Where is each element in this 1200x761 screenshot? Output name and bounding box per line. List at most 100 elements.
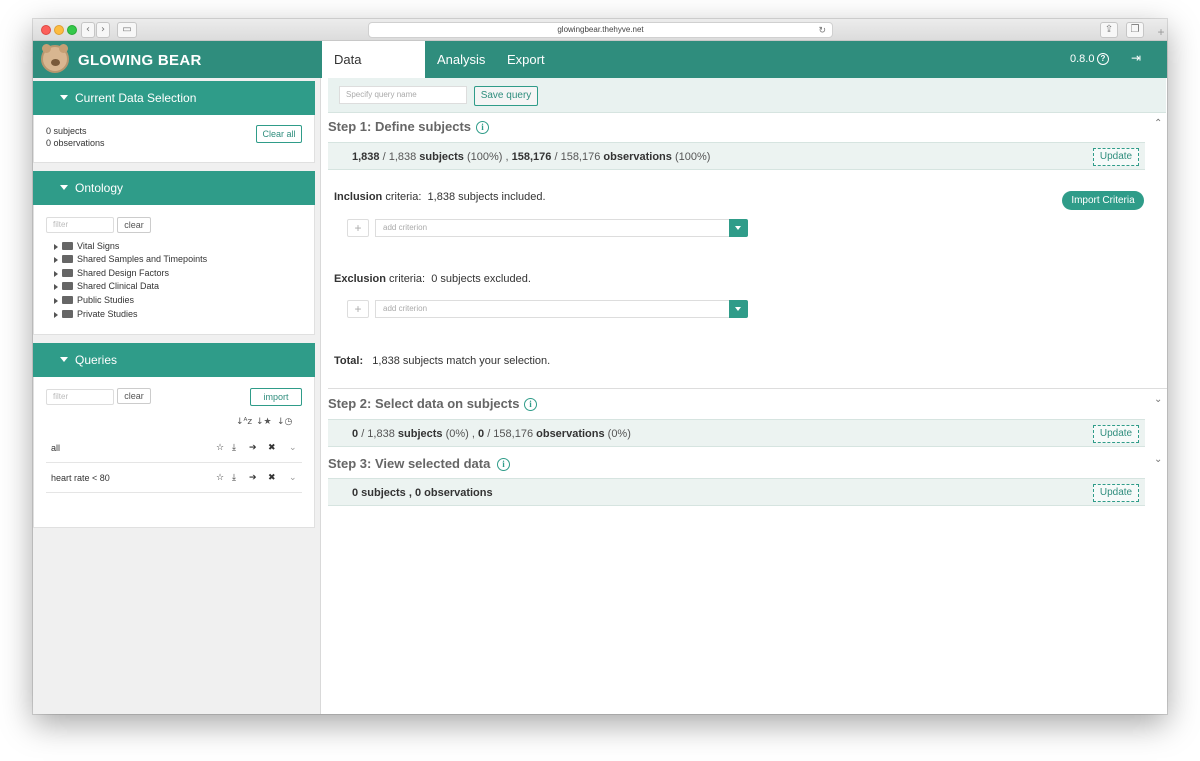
save-query-button[interactable]: Save query (474, 86, 538, 106)
query-name-input[interactable]: Specify query name (339, 86, 467, 104)
star-icon[interactable]: ☆ (216, 433, 224, 463)
add-inclusion-button[interactable]: + (347, 219, 369, 237)
total-label: Total: 1,838 subjects match your selecti… (334, 355, 551, 367)
step2-title[interactable]: Step 2: Select data on subjects (328, 396, 519, 411)
import-criteria-button[interactable]: Import Criteria (1062, 191, 1144, 210)
tabs-icon[interactable]: ❐ (1126, 22, 1144, 38)
info-icon[interactable]: i (524, 398, 537, 411)
reload-icon[interactable]: ↻ (818, 23, 826, 37)
query-row[interactable]: all ☆ ⤓ ➔ ✖ ⌄ (46, 433, 302, 463)
observations-pct: (0%) (607, 428, 631, 440)
tree-item-private-studies[interactable]: Private Studies (54, 308, 138, 320)
observation-count: 0 observations (46, 138, 105, 148)
ontology-header[interactable]: Ontology (33, 171, 315, 205)
chevron-down-icon[interactable]: ⌄ (1154, 454, 1162, 465)
current-selection-header[interactable]: Current Data Selection (33, 81, 315, 115)
caret-right-icon (54, 243, 58, 250)
chevron-down-icon[interactable]: ⌄ (289, 463, 297, 493)
tab-export[interactable]: Export (495, 41, 557, 78)
download-icon[interactable]: ⤓ (232, 463, 236, 493)
star-icon[interactable]: ☆ (216, 463, 224, 493)
caret-right-icon (54, 283, 58, 290)
step1-title[interactable]: Step 1: Define subjects (328, 119, 471, 134)
download-icon[interactable]: ⤓ (232, 433, 236, 463)
chevron-down-icon[interactable]: ⌄ (1154, 394, 1162, 405)
queries-filter-input[interactable]: filter (46, 389, 114, 405)
maximize-window-button[interactable] (67, 25, 77, 35)
exclusion-count: 0 subjects excluded. (431, 273, 531, 285)
observations-word: observations (536, 428, 605, 440)
browser-toolbar: ‹ › ▭ glowingbear.thehyve.net ↻ ⇪ ❐ + (33, 19, 1167, 41)
exclusion-criterion-input[interactable]: add criterion (375, 300, 730, 318)
sort-time-icon[interactable]: ↓◷ (277, 417, 292, 427)
tab-analysis[interactable]: Analysis (425, 41, 497, 78)
delete-icon[interactable]: ✖ (268, 433, 276, 463)
app-header: GLOWING BEAR Data Selection Analysis Exp… (33, 41, 1167, 105)
subjects-pct: (0%) , (445, 428, 475, 440)
tree-item-shared-clinical[interactable]: Shared Clinical Data (54, 280, 159, 292)
update-button[interactable]: Update (1093, 484, 1139, 502)
arrow-right-icon[interactable]: ➔ (249, 433, 257, 463)
new-tab-icon[interactable]: + (1155, 25, 1167, 39)
total-subjects: / 1,838 (361, 428, 395, 440)
sort-starred-icon[interactable]: ↓★ (256, 417, 272, 427)
info-icon[interactable]: i (476, 121, 489, 134)
folder-icon (62, 281, 73, 290)
ontology-filter-input[interactable]: filter (46, 217, 114, 233)
add-exclusion-button[interactable]: + (347, 300, 369, 318)
chevron-down-icon[interactable] (729, 300, 748, 318)
clear-all-button[interactable]: Clear all (256, 125, 302, 143)
total-text: 1,838 subjects match your selection. (372, 355, 551, 367)
query-name: all (51, 443, 61, 453)
panel-title: Ontology (75, 181, 124, 195)
arrow-right-icon[interactable]: ➔ (249, 463, 257, 493)
minimize-window-button[interactable] (54, 25, 64, 35)
folder-icon (62, 309, 73, 318)
query-row[interactable]: heart rate < 80 ☆ ⤓ ➔ ✖ ⌄ (46, 463, 302, 493)
panel-title: Queries (75, 353, 118, 367)
exclusion-label: Exclusion criteria: 0 subjects excluded. (334, 273, 531, 285)
observations-word: observations (603, 151, 672, 163)
help-icon[interactable]: ? (1097, 53, 1109, 65)
step3-title[interactable]: Step 3: View selected data (328, 456, 490, 471)
caret-right-icon (54, 270, 58, 277)
forward-icon[interactable]: › (96, 22, 110, 38)
chevron-down-icon[interactable] (729, 219, 748, 237)
inclusion-criterion-input[interactable]: add criterion (375, 219, 730, 237)
close-window-button[interactable] (41, 25, 51, 35)
address-bar[interactable]: glowingbear.thehyve.net ↻ (368, 22, 833, 38)
tab-data-selection[interactable]: Data Selection (322, 41, 425, 105)
caret-down-icon (60, 95, 68, 100)
total-subjects: / 1,838 (382, 151, 417, 163)
main-content: Specify query name Save query Step 1: De… (322, 78, 1167, 714)
chevron-up-icon[interactable]: ⌃ (1154, 118, 1162, 129)
sidebar-toggle-icon[interactable]: ▭ (117, 22, 137, 38)
step2-summary: 0 / 1,838 subjects (0%) , 0 / 158,176 ob… (328, 419, 1145, 447)
delete-icon[interactable]: ✖ (268, 463, 276, 493)
folder-icon (62, 241, 73, 250)
queries-clear-button[interactable]: clear (117, 388, 151, 404)
import-query-button[interactable]: import (250, 388, 302, 406)
update-button[interactable]: Update (1093, 148, 1139, 166)
back-icon[interactable]: ‹ (81, 22, 95, 38)
tree-item-shared-design[interactable]: Shared Design Factors (54, 267, 169, 279)
folder-icon (62, 254, 73, 263)
tree-item-shared-samples[interactable]: Shared Samples and Timepoints (54, 253, 207, 265)
observations-pct: (100%) (674, 151, 711, 163)
update-button[interactable]: Update (1093, 425, 1139, 443)
tree-item-public-studies[interactable]: Public Studies (54, 294, 134, 306)
logout-icon[interactable]: ⇥ (1131, 51, 1141, 65)
step1-summary: 1,838 / 1,838 subjects (100%) , 158,176 … (328, 142, 1145, 170)
info-icon[interactable]: i (497, 458, 510, 471)
ontology-body: filter clear Vital Signs Shared Samples … (33, 205, 315, 335)
tree-item-vital-signs[interactable]: Vital Signs (54, 240, 119, 252)
current-selection-body: 0 subjects 0 observations Clear all (33, 115, 315, 163)
folder-icon (62, 268, 73, 277)
brand-name: GLOWING BEAR (78, 52, 202, 69)
sort-alpha-icon[interactable]: ↓ᴬz (236, 417, 252, 427)
query-name: heart rate < 80 (51, 473, 110, 483)
queries-header[interactable]: Queries (33, 343, 315, 377)
ontology-clear-button[interactable]: clear (117, 217, 151, 233)
share-icon[interactable]: ⇪ (1100, 22, 1118, 38)
chevron-down-icon[interactable]: ⌄ (289, 433, 297, 463)
